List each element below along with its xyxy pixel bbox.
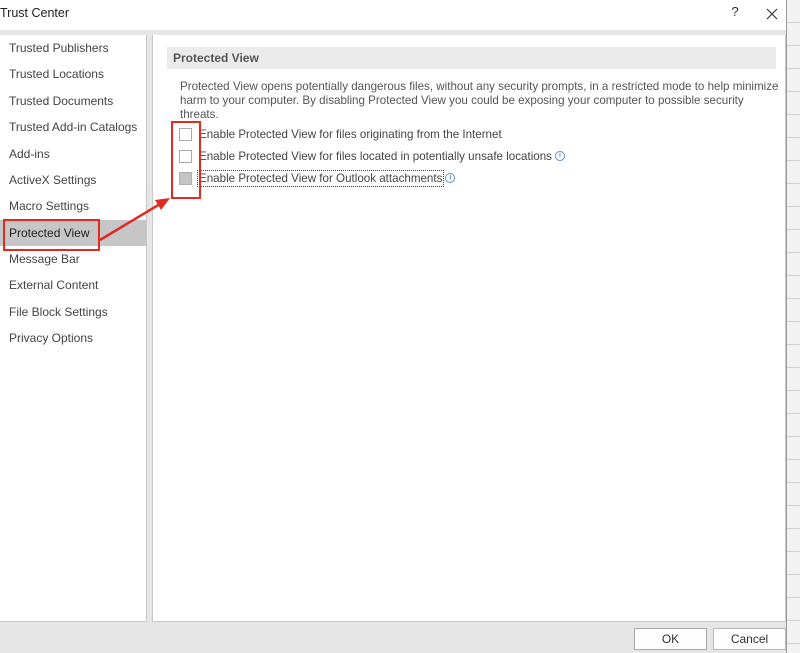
checkbox-internet-files[interactable]	[179, 127, 192, 141]
option-unsafe-locations[interactable]: Enable Protected View for files located …	[179, 147, 565, 165]
sidebar-item-privacy-options[interactable]: Privacy Options	[0, 325, 146, 351]
option-label: Enable Protected View for files originat…	[199, 127, 502, 141]
option-outlook-attachments[interactable]: Enable Protected View for Outlook attach…	[179, 169, 456, 187]
section-title: Protected View	[167, 47, 776, 69]
content-panel: Protected View Protected View opens pote…	[152, 35, 786, 622]
sidebar-item-message-bar[interactable]: Message Bar	[0, 246, 146, 272]
section-description: Protected View opens potentially dangero…	[180, 80, 779, 121]
checkbox-outlook-attachments[interactable]	[179, 171, 192, 185]
sidebar-item-trusted-publishers[interactable]: Trusted Publishers	[0, 35, 146, 61]
title-bar: Trust Center ?	[0, 0, 786, 30]
option-internet-files[interactable]: Enable Protected View for files originat…	[179, 125, 502, 143]
option-label: Enable Protected View for Outlook attach…	[196, 169, 445, 187]
sidebar-item-file-block-settings[interactable]: File Block Settings	[0, 299, 146, 325]
sidebar-item-trusted-documents[interactable]: Trusted Documents	[0, 88, 146, 114]
close-button[interactable]	[762, 4, 782, 24]
cancel-button[interactable]: Cancel	[713, 628, 786, 650]
option-label: Enable Protected View for files located …	[199, 149, 552, 163]
sidebar-item-protected-view[interactable]: Protected View	[0, 220, 146, 246]
sidebar-item-trusted-add-in-catalogs[interactable]: Trusted Add-in Catalogs	[0, 114, 146, 140]
dialog-title: Trust Center	[0, 6, 70, 20]
checkbox-unsafe-locations[interactable]	[179, 149, 192, 163]
sidebar-item-add-ins[interactable]: Add-ins	[0, 141, 146, 167]
background-window-edge	[786, 0, 800, 653]
info-icon[interactable]: i	[445, 173, 456, 183]
sidebar-item-activex-settings[interactable]: ActiveX Settings	[0, 167, 146, 193]
ok-button[interactable]: OK	[634, 628, 707, 650]
help-button[interactable]: ?	[726, 4, 744, 24]
sidebar-item-external-content[interactable]: External Content	[0, 272, 146, 298]
sidebar-item-macro-settings[interactable]: Macro Settings	[0, 193, 146, 219]
sidebar-nav: Trusted Publishers Trusted Locations Tru…	[0, 35, 147, 622]
sidebar-item-trusted-locations[interactable]: Trusted Locations	[0, 61, 146, 87]
close-icon	[766, 8, 778, 20]
info-icon[interactable]: i	[554, 151, 565, 161]
